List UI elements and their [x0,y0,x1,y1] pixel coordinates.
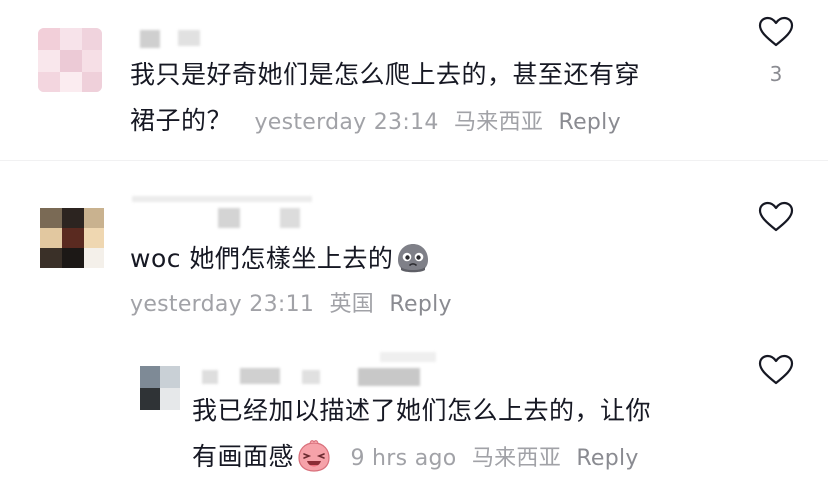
divider [0,160,828,161]
username[interactable] [280,208,300,228]
comment-meta: yesterday 23:14 马来西亚 Reply [254,110,620,135]
avatar[interactable] [140,366,180,410]
comment-thread: 我只是好奇她们是怎么爬上去的，甚至还有穿 裙子的？ yesterday 23:1… [0,0,828,496]
crying-face-emoji [398,244,429,273]
heart-outline-icon[interactable] [758,201,794,233]
username[interactable] [178,30,200,46]
username[interactable] [218,208,240,228]
reply-button[interactable]: Reply [558,110,620,135]
username[interactable] [132,196,312,202]
heart-outline-icon[interactable] [758,354,794,386]
comment-text: woc 她們怎樣坐上去的 [130,234,431,284]
reply-button[interactable]: Reply [576,446,638,471]
comment-location: 英国 [329,292,375,317]
username[interactable] [140,30,160,48]
avatar[interactable] [40,208,104,268]
username[interactable] [240,368,280,384]
comment-meta: 9 hrs ago 马来西亚 Reply [350,446,638,471]
like-count: 3 [769,62,783,86]
username[interactable] [358,368,420,386]
pink-laughing-emoji [298,440,330,472]
comment-location: 马来西亚 [471,446,562,471]
comment-time: yesterday 23:11 [130,292,315,317]
comment-text: 我只是好奇她们是怎么爬上去的，甚至还有穿 [130,60,641,89]
username[interactable] [302,370,320,384]
comment-text: 我已经加以描述了她们怎么上去的，让你 [192,396,652,425]
comment-meta: yesterday 23:11 英国 Reply [130,290,452,320]
reply-button[interactable]: Reply [389,292,451,317]
avatar[interactable] [38,28,102,92]
comment-time: yesterday 23:14 [254,110,439,135]
comment-text: 有画面感 9 hrs ago 马来西亚 Reply [192,432,639,484]
comment-text: 裙子的？ yesterday 23:14 马来西亚 Reply [130,106,621,135]
heart-outline-icon[interactable] [758,16,794,48]
comment-time: 9 hrs ago [350,446,457,471]
username[interactable] [380,352,436,362]
comment-location: 马来西亚 [453,110,544,135]
username[interactable] [202,370,218,384]
